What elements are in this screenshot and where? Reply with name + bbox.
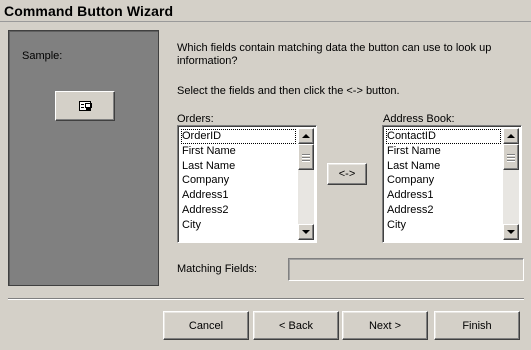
list-item[interactable]: City (386, 218, 501, 233)
list-item[interactable]: ContactID (386, 129, 501, 144)
separator (8, 298, 524, 300)
grip-icon (302, 159, 310, 161)
chevron-up-icon (507, 134, 515, 138)
finish-button[interactable]: Finish (434, 311, 520, 340)
matching-fields-display (288, 258, 524, 281)
scroll-thumb[interactable] (298, 144, 314, 170)
list-item[interactable]: Address2 (181, 203, 296, 218)
list-item[interactable]: Last Name (181, 159, 296, 174)
grip-icon (302, 156, 310, 158)
chevron-up-icon (302, 134, 310, 138)
grip-icon (507, 153, 515, 155)
list-item[interactable]: Last Name (386, 159, 501, 174)
sample-button-preview (55, 91, 115, 121)
list-item[interactable]: Company (386, 173, 501, 188)
grip-icon (302, 153, 310, 155)
chevron-down-icon (302, 230, 310, 234)
grip-icon (507, 156, 515, 158)
matching-fields-label: Matching Fields: (177, 263, 258, 275)
list-item[interactable]: Address2 (386, 203, 501, 218)
question-text: Which fields contain matching data the b… (177, 42, 492, 67)
list-item[interactable]: Address1 (181, 188, 296, 203)
window-title: Command Button Wizard (4, 3, 174, 19)
cancel-button[interactable]: Cancel (163, 311, 249, 340)
address-book-scrollbar[interactable] (503, 128, 519, 240)
list-item[interactable]: City (181, 218, 296, 233)
list-item[interactable]: Address1 (386, 188, 501, 203)
command-button-wizard-window: Command Button Wizard Sample: Which fiel… (0, 0, 531, 350)
list-item[interactable]: First Name (386, 144, 501, 159)
scroll-down-button[interactable] (298, 224, 314, 240)
back-button[interactable]: < Back (253, 311, 339, 340)
sample-label: Sample: (22, 50, 63, 62)
chevron-down-icon (507, 230, 515, 234)
scroll-up-button[interactable] (298, 128, 314, 144)
grip-icon (507, 159, 515, 161)
orders-list: OrderID First Name Last Name Company Add… (181, 129, 296, 233)
list-item[interactable]: Company (181, 173, 296, 188)
sample-panel: Sample: (8, 30, 159, 286)
address-book-list: ContactID First Name Last Name Company A… (386, 129, 501, 233)
scroll-down-button[interactable] (503, 224, 519, 240)
orders-scrollbar[interactable] (298, 128, 314, 240)
title-bar: Command Button Wizard (0, 0, 531, 22)
scroll-up-button[interactable] (503, 128, 519, 144)
next-button[interactable]: Next > (342, 311, 428, 340)
orders-listbox[interactable]: OrderID First Name Last Name Company Add… (177, 125, 317, 243)
form-icon (79, 101, 92, 111)
match-fields-button[interactable]: <-> (327, 163, 367, 185)
list-item[interactable]: First Name (181, 144, 296, 159)
scroll-thumb[interactable] (503, 144, 519, 170)
list-item[interactable]: OrderID (181, 129, 296, 144)
instruction-text: Select the fields and then click the <->… (177, 85, 400, 97)
address-book-listbox[interactable]: ContactID First Name Last Name Company A… (382, 125, 522, 243)
